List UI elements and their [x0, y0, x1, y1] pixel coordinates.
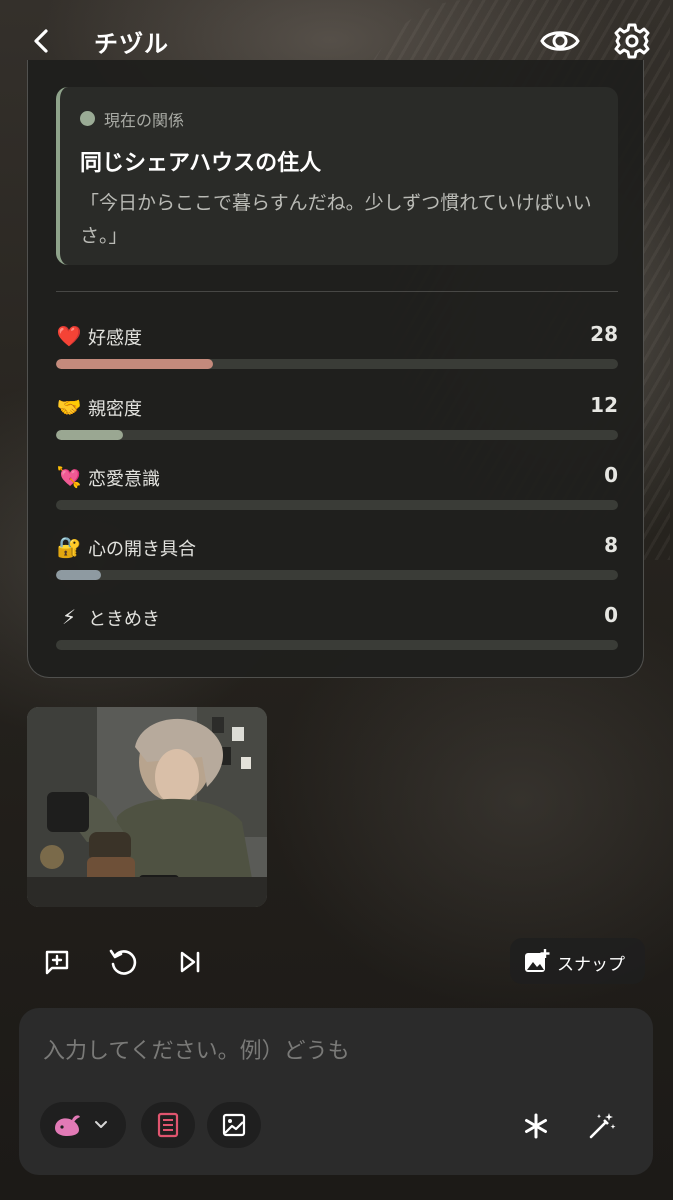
- stat-label: 親密度: [88, 399, 142, 420]
- stat-value: 12: [590, 393, 618, 417]
- memory-book-button[interactable]: [141, 1102, 195, 1148]
- add-comment-icon: [45, 950, 69, 975]
- composer: [19, 1008, 653, 1175]
- stat-value: 0: [604, 603, 618, 627]
- skip-button[interactable]: [168, 940, 212, 984]
- relationship-label: 現在の関係: [104, 111, 185, 130]
- stat-bar-fill: [56, 359, 214, 369]
- image-icon: [222, 1113, 246, 1137]
- status-panel: 現在の関係 同じシェアハウスの住人 「今日からここで暮らすんだね。少しずつ慣れて…: [27, 60, 644, 678]
- heart-icon: ❤️: [56, 324, 82, 348]
- add-photo-icon: [525, 949, 550, 972]
- back-button[interactable]: [24, 24, 58, 58]
- message-input[interactable]: [41, 1030, 635, 1072]
- stat-bar: [56, 430, 618, 440]
- model-selector[interactable]: [40, 1102, 126, 1148]
- stat-openness: 🔐 心の開き具合 8: [56, 533, 618, 583]
- image-button[interactable]: [207, 1102, 261, 1148]
- stat-value: 0: [604, 463, 618, 487]
- stat-label: 心の開き具合: [88, 539, 196, 560]
- stat-bar-fill: [56, 430, 124, 440]
- heart-arrow-icon: 💘: [56, 465, 82, 489]
- magic-wand-icon: [589, 1113, 616, 1139]
- book-icon: [157, 1112, 179, 1138]
- asterisk-button[interactable]: [516, 1106, 556, 1146]
- stat-bar-fill: [56, 570, 101, 580]
- gear-icon: [614, 23, 650, 59]
- stat-bar: [56, 500, 618, 510]
- chevron-down-icon: [95, 1121, 107, 1128]
- character-snapshot-image[interactable]: [27, 707, 267, 907]
- snapshot-illustration: [27, 707, 267, 907]
- stat-value: 28: [590, 322, 618, 346]
- magic-button[interactable]: [582, 1106, 622, 1146]
- stat-value: 8: [604, 533, 618, 557]
- settings-button[interactable]: [611, 20, 653, 62]
- character-name: チヅル: [94, 30, 169, 58]
- stat-excitement: ⚡ ときめき 0: [56, 603, 618, 653]
- stat-bar: [56, 359, 618, 369]
- lock-key-icon: 🔐: [56, 535, 82, 559]
- stat-intimacy: 🤝 親密度 12: [56, 393, 618, 443]
- stat-label: 好感度: [88, 328, 142, 349]
- snap-button[interactable]: スナップ: [510, 938, 645, 984]
- stat-label: ときめき: [88, 609, 160, 630]
- relationship-card: 現在の関係 同じシェアハウスの住人 「今日からここで暮らすんだね。少しずつ慣れて…: [56, 87, 618, 265]
- stat-romance: 💘 恋愛意識 0: [56, 463, 618, 513]
- skip-next-icon: [180, 951, 200, 973]
- stat-label: 恋愛意識: [88, 469, 160, 490]
- refresh-icon: [109, 949, 137, 975]
- snap-label: スナップ: [557, 955, 625, 975]
- regenerate-button[interactable]: [101, 940, 145, 984]
- status-dot: [80, 111, 95, 126]
- preview-button[interactable]: [538, 20, 582, 62]
- divider: [56, 291, 618, 292]
- stat-bar: [56, 640, 618, 650]
- lightning-icon: ⚡: [61, 605, 77, 629]
- stat-affection: ❤️ 好感度 28: [56, 322, 618, 372]
- relationship-title: 同じシェアハウスの住人: [80, 151, 322, 176]
- add-comment-button[interactable]: [35, 940, 79, 984]
- chevron-left-icon: [34, 29, 48, 53]
- stat-bar: [56, 570, 618, 580]
- whale-icon: [55, 1115, 80, 1136]
- eye-icon: [540, 31, 580, 51]
- handshake-icon: 🤝: [56, 395, 82, 419]
- asterisk-icon: [525, 1113, 547, 1139]
- relationship-quote: 「今日からここで暮らすんだね。少しずつ慣れていけばいいさ。」: [80, 192, 592, 247]
